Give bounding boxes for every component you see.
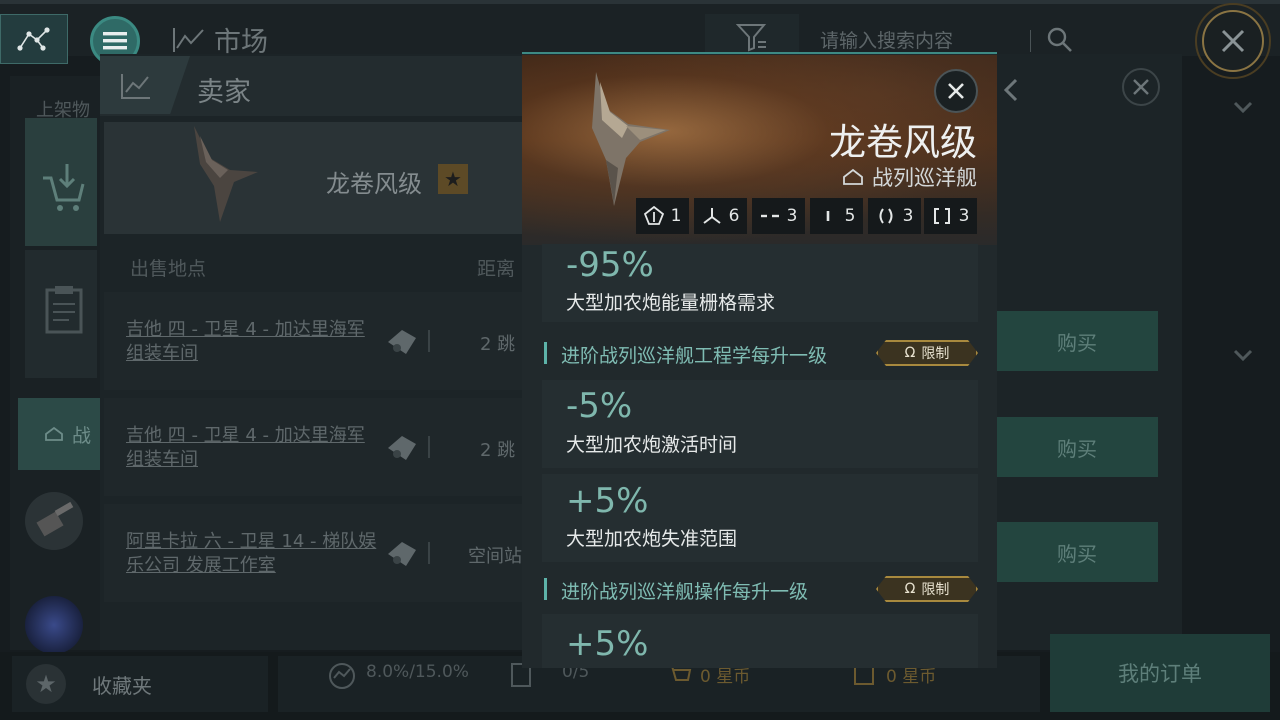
search-divider — [1030, 30, 1031, 52]
row-location-link[interactable]: 吉他 四 - 卫星 4 - 加达里海军 组装车间 — [126, 318, 386, 366]
row-divider — [428, 436, 430, 458]
ship-class-label: 战列巡洋舰 — [872, 166, 977, 190]
tax-gauge-icon — [329, 663, 355, 689]
buy-button[interactable]: 购买 — [996, 311, 1158, 371]
star-map-button[interactable] — [0, 14, 68, 64]
row-distance: 2 跳 — [480, 334, 516, 355]
chevron-down-icon[interactable] — [1232, 344, 1254, 366]
row-divider — [428, 542, 430, 564]
medium-slot-icon — [760, 214, 779, 218]
rail-item-buy[interactable] — [25, 118, 97, 246]
bonus-value: -5% — [566, 386, 633, 426]
rig-icon — [879, 208, 893, 224]
limit-badge[interactable]: Ω 限制 — [876, 576, 978, 602]
ship-thumb-icon — [194, 126, 258, 222]
bonus-value: -95% — [566, 245, 654, 285]
cargo-icon — [933, 208, 950, 224]
battlecruiser-class-icon — [843, 168, 863, 185]
row-divider — [428, 330, 430, 352]
close-ring-icon — [1195, 3, 1271, 79]
travel-icon[interactable] — [384, 538, 420, 568]
bonus-desc: 大型加农炮失准范围 — [566, 528, 738, 550]
limit-badge[interactable]: Ω 限制 — [876, 340, 978, 366]
low-slot-icon — [826, 211, 829, 221]
row-location-link[interactable]: 阿里卡拉 六 - 卫星 14 - 梯队娱乐公司 发展工作室 — [126, 530, 386, 578]
bonus-desc: 大型加农炮能量栅格需求 — [566, 292, 776, 314]
search-icon[interactable] — [1046, 26, 1074, 54]
bonus-value: +5% — [566, 481, 649, 521]
seller-close-button[interactable] — [1122, 68, 1160, 106]
ship-render-icon — [592, 72, 670, 206]
travel-icon[interactable] — [384, 432, 420, 462]
slot-medium: 3 — [752, 198, 805, 234]
slot-rig: 3 — [868, 198, 921, 234]
favorites-label: 收藏夹 — [92, 673, 152, 698]
travel-icon[interactable] — [384, 326, 420, 356]
slot-cargo: 3 — [924, 198, 977, 234]
favorite-star-icon[interactable]: ★ — [438, 164, 468, 194]
filter-icon — [736, 24, 767, 52]
star-map-icon — [17, 27, 50, 51]
search-placeholder: 请输入搜索内容 — [820, 30, 954, 52]
buy-button[interactable]: 购买 — [996, 522, 1158, 582]
skill-name: 进阶战列巡洋舰操作每升一级 — [561, 581, 809, 603]
market-chart-icon — [173, 27, 204, 52]
bonus-desc: 大型加农炮激活时间 — [566, 434, 738, 456]
rail-item-orders[interactable] — [25, 250, 97, 378]
seller-chart-icon — [121, 74, 150, 99]
my-orders-button[interactable]: 我的订单 — [1050, 634, 1270, 712]
modal-close-button[interactable] — [934, 69, 978, 113]
col-location: 出售地点 — [130, 258, 207, 280]
close-icon — [1133, 79, 1149, 95]
rail-module-thumb[interactable] — [25, 492, 83, 550]
favorites-button[interactable]: ★ 收藏夹 — [12, 656, 268, 712]
close-market-button[interactable] — [1186, 0, 1280, 84]
buy-button[interactable]: 购买 — [996, 417, 1158, 477]
omega-icon: Ω — [904, 345, 916, 361]
chevron-down-icon[interactable] — [1232, 96, 1254, 118]
turret-icon — [702, 208, 721, 224]
close-icon — [948, 83, 964, 99]
slot-turret: 6 — [694, 198, 747, 234]
star-icon: ★ — [26, 664, 66, 704]
turret-thumb-icon — [36, 501, 74, 537]
prev-arrow-icon[interactable] — [1000, 76, 1024, 108]
row-location-link[interactable]: 吉他 四 - 卫星 4 - 加达里海军 组装车间 — [126, 424, 386, 472]
menu-icon — [103, 32, 127, 50]
seller-title: 卖家 — [197, 77, 251, 108]
omega-icon: Ω — [904, 581, 916, 597]
slot-high: 1 — [636, 198, 689, 234]
ship-card-name: 龙卷风级 — [326, 170, 422, 198]
rail-category-tag[interactable]: 战 — [18, 398, 100, 470]
clipboard-icon — [45, 286, 83, 334]
bonus-value: +5% — [566, 624, 649, 664]
rail-tag-label: 战 — [72, 424, 92, 447]
app-root: 市场 请输入搜索内容 上架物 战 卖家 龙卷风级 ★ 出售地点 距离 吉他 四 … — [0, 0, 1280, 720]
modal-ship-class: 战列巡洋舰 — [842, 162, 977, 192]
rail-module-thumb-2[interactable] — [25, 596, 83, 654]
row-distance: 空间站 — [468, 546, 522, 567]
skill-accent — [544, 342, 547, 364]
high-slot-icon — [643, 206, 664, 225]
cart-download-icon — [43, 164, 85, 211]
tax-rate: 8.0%/15.0% — [366, 662, 469, 682]
ship-class-icon — [45, 426, 63, 441]
slot-low: 5 — [810, 198, 863, 234]
skill-name: 进阶战列巡洋舰工程学每升一级 — [561, 345, 828, 367]
col-distance: 距离 — [477, 258, 516, 280]
skill-accent — [544, 578, 547, 600]
row-distance: 2 跳 — [480, 440, 516, 461]
modal-ship-name: 龙卷风级 — [829, 121, 977, 164]
